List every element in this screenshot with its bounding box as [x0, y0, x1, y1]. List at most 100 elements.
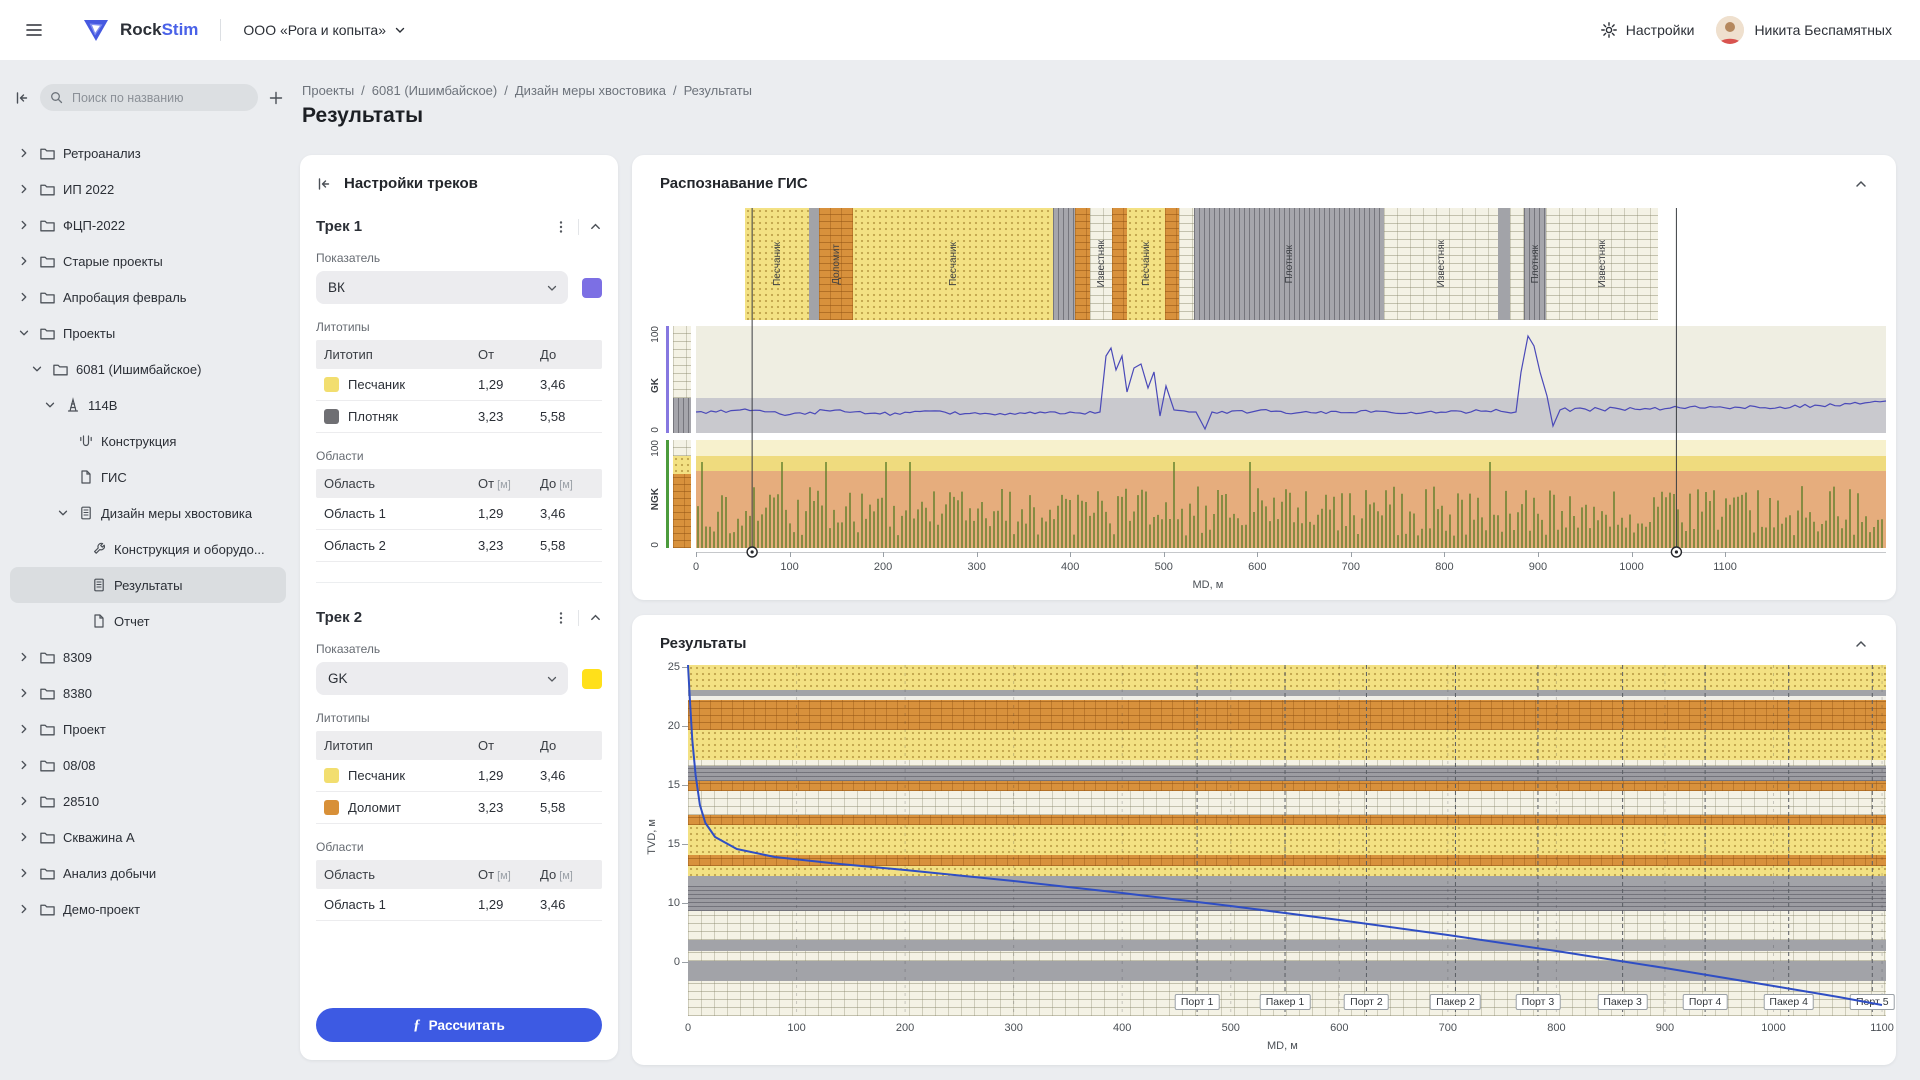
breadcrumb-item[interactable]: Проекты [302, 83, 354, 98]
tree-chevron-icon [16, 901, 32, 917]
lithotype-name: Песчаник [348, 377, 405, 392]
x-tick-mark [883, 552, 884, 557]
track-collapse-icon[interactable] [589, 220, 602, 233]
lithology-strip: ПесчаникДоломитПесчаникИзвестнякПесчаник… [745, 208, 1658, 320]
brand-name: RockStim [120, 20, 198, 40]
sidebar-item[interactable]: Ретроанализ [10, 135, 286, 171]
results-collapse-icon[interactable] [1854, 637, 1868, 651]
calculate-button[interactable]: ƒРассчитать [316, 1008, 602, 1042]
result-layer [688, 961, 1886, 981]
table-header: ОбластьОт[м]До[м] [316, 469, 602, 498]
sidebar-item[interactable]: Апробация февраль [10, 279, 286, 315]
sidebar-item[interactable]: 6081 (Ишимбайское) [10, 351, 286, 387]
tree-spacer [68, 577, 84, 593]
x-tick-mark [1070, 552, 1071, 557]
x-tick-label: 700 [1439, 1022, 1457, 1034]
lithotype-row: Песчаник 1,29 3,46 [316, 760, 602, 792]
lithology-label: Песчаник [772, 242, 783, 286]
breadcrumb-item[interactable]: 6081 (Ишимбайское) [372, 83, 497, 98]
port-label: Порт 2 [1344, 994, 1389, 1010]
y-tick-label: 15 [646, 838, 680, 850]
sidebar-item[interactable]: ФЦП-2022 [10, 207, 286, 243]
track-menu-icon[interactable] [554, 220, 568, 234]
sidebar-item[interactable]: Демо-проект [10, 891, 286, 927]
lithology-segment: Песчаник [745, 208, 809, 320]
result-layer [688, 951, 1886, 961]
x-tick-label: 100 [787, 1022, 805, 1034]
port-label: Пакер 4 [1763, 994, 1814, 1010]
sidebar-item[interactable]: 28510 [10, 783, 286, 819]
file-icon [78, 469, 94, 485]
track-band [696, 398, 1886, 433]
lithotype-from: 3,23 [478, 409, 540, 424]
tree-chevron-icon [29, 361, 45, 377]
sidebar-item[interactable]: Старые проекты [10, 243, 286, 279]
gis-collapse-icon[interactable] [1854, 177, 1868, 191]
track-scale-bar [666, 326, 669, 433]
indicator-label: Показатель [316, 642, 602, 656]
mini-lithology-column [673, 440, 691, 456]
search-box[interactable] [40, 84, 258, 111]
sidebar-item[interactable]: Отчет [10, 603, 286, 639]
sidebar-item-label: Конструкция и оборудо... [114, 542, 265, 557]
settings-button[interactable]: Настройки [1600, 21, 1695, 39]
user-avatar[interactable] [1716, 16, 1744, 44]
folder-icon [39, 757, 56, 774]
add-project-button[interactable] [268, 90, 284, 106]
lithotype-name: Плотняк [348, 409, 398, 424]
result-layer [688, 886, 1886, 911]
user-name[interactable]: Никита Беспамятных [1754, 22, 1892, 38]
indicator-select[interactable]: ВК [316, 271, 568, 304]
lithology-segment [809, 208, 819, 320]
breadcrumb-item[interactable]: Дизайн меры хвостовика [515, 83, 666, 98]
sidebar-collapse-icon[interactable] [14, 90, 30, 106]
track-collapse-icon[interactable] [589, 611, 602, 624]
sidebar-item[interactable]: ГИС [10, 459, 286, 495]
breadcrumb-item[interactable]: Результаты [684, 83, 752, 98]
track-band [696, 471, 1886, 548]
area-name: Область 2 [316, 538, 478, 553]
sidebar-item[interactable]: 08/08 [10, 747, 286, 783]
sidebar-item-label: Отчет [114, 614, 150, 629]
sidebar-item[interactable]: Скважина А [10, 819, 286, 855]
sidebar-item[interactable]: Дизайн меры хвостовика [10, 495, 286, 531]
sidebar-item[interactable]: Анализ добычи [10, 855, 286, 891]
folder-icon [39, 253, 56, 270]
indicator-select[interactable]: GK [316, 662, 568, 695]
track-color-chip[interactable] [582, 669, 602, 689]
sidebar-item[interactable]: Конструкция [10, 423, 286, 459]
x-tick-mark [1351, 552, 1352, 557]
result-layer [688, 825, 1886, 855]
page-title: Результаты [302, 104, 423, 128]
panel-collapse-left-icon[interactable] [316, 176, 332, 192]
track-menu-icon[interactable] [554, 611, 568, 625]
x-tick-label: 200 [874, 561, 892, 573]
lithology-segment [1075, 208, 1090, 320]
sidebar-item[interactable]: Результаты [10, 567, 286, 603]
lithology-segment: Доломит [819, 208, 853, 320]
divider [220, 19, 221, 41]
org-selector[interactable]: ООО «Рога и копыта» [243, 22, 406, 38]
sidebar-item[interactable]: 114В [10, 387, 286, 423]
tree-chevron-icon [16, 757, 32, 773]
sidebar-item[interactable]: 8380 [10, 675, 286, 711]
x-axis-line [696, 552, 1886, 553]
sidebar-item[interactable]: 8309 [10, 639, 286, 675]
sidebar-item[interactable]: Проект [10, 711, 286, 747]
sidebar-item[interactable]: ИП 2022 [10, 171, 286, 207]
lithotype-row: Песчаник 1,29 3,46 [316, 369, 602, 401]
track-color-chip[interactable] [582, 278, 602, 298]
port-label: Пакер 3 [1597, 994, 1648, 1010]
search-input[interactable] [70, 90, 248, 106]
divider [578, 610, 579, 626]
lithology-label: Доломит [831, 244, 842, 285]
x-tick-label: 1000 [1619, 561, 1643, 573]
lithotype-name: Доломит [348, 800, 401, 815]
port-label: Пакер 2 [1430, 994, 1481, 1010]
lithology-segment [1179, 208, 1194, 320]
lithotypes-label: Литотипы [316, 320, 602, 334]
hamburger-menu-icon[interactable] [24, 20, 44, 40]
x-axis-label: MD, м [1267, 1040, 1298, 1052]
sidebar-item[interactable]: Проекты [10, 315, 286, 351]
sidebar-item[interactable]: Конструкция и оборудо... [10, 531, 286, 567]
